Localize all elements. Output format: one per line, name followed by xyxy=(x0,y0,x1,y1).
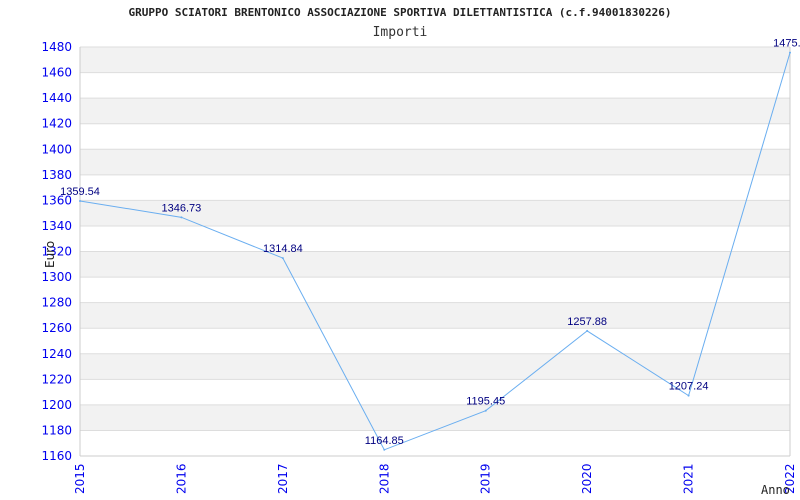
x-tick-label: 2021 xyxy=(682,463,696,494)
x-tick-label: 2020 xyxy=(580,463,594,494)
x-axis-label: Anno xyxy=(761,483,790,497)
x-tick-label: 2019 xyxy=(479,463,493,494)
y-tick-label: 1340 xyxy=(41,219,72,233)
data-label: 1195.45 xyxy=(466,396,505,408)
y-tick-label: 1160 xyxy=(41,449,72,463)
y-axis-label: Euro xyxy=(43,241,57,268)
data-point xyxy=(180,216,183,219)
grid-band xyxy=(80,98,790,124)
y-tick-label: 1480 xyxy=(41,40,72,54)
chart: GRUPPO SCIATORI BRENTONICO ASSOCIAZIONE … xyxy=(0,0,800,500)
data-point xyxy=(586,329,589,332)
data-label: 1359.54 xyxy=(60,186,100,198)
grid-band xyxy=(80,47,790,73)
grid-band xyxy=(80,302,790,329)
data-point xyxy=(79,199,81,202)
y-tick-label: 1400 xyxy=(41,142,72,156)
data-point xyxy=(383,448,386,451)
y-tick-label: 1200 xyxy=(41,398,72,412)
plot-area: 1160118012001220124012601280130013201340… xyxy=(41,38,800,497)
y-tick-label: 1420 xyxy=(41,117,72,131)
data-point xyxy=(281,257,284,260)
x-tick-label: 2017 xyxy=(276,463,290,494)
y-tick-label: 1260 xyxy=(41,321,72,335)
x-tick-label: 2016 xyxy=(174,463,188,494)
x-tick-label: 2015 xyxy=(73,463,87,494)
grid-band xyxy=(80,404,790,431)
y-tick-label: 1220 xyxy=(41,372,72,386)
grid-band xyxy=(80,353,790,380)
data-label: 1314.84 xyxy=(263,243,303,255)
grid-band xyxy=(80,251,790,278)
y-tick-label: 1180 xyxy=(41,423,72,437)
data-label: 1257.88 xyxy=(567,316,607,328)
data-label: 1207.24 xyxy=(669,381,709,393)
data-label: 1164.85 xyxy=(365,435,404,447)
grid-band xyxy=(80,149,790,175)
y-tick-label: 1440 xyxy=(41,91,72,105)
data-point xyxy=(687,394,690,397)
data-label: 1346.73 xyxy=(162,202,202,214)
y-tick-label: 1240 xyxy=(41,347,72,361)
y-tick-label: 1460 xyxy=(41,66,72,80)
data-point xyxy=(789,51,791,54)
data-point xyxy=(484,409,487,412)
x-tick-label: 2018 xyxy=(377,463,391,494)
data-label: 1475.6 xyxy=(773,38,800,50)
y-tick-label: 1300 xyxy=(41,270,72,284)
y-tick-label: 1380 xyxy=(41,168,72,182)
y-tick-label: 1280 xyxy=(41,296,72,310)
